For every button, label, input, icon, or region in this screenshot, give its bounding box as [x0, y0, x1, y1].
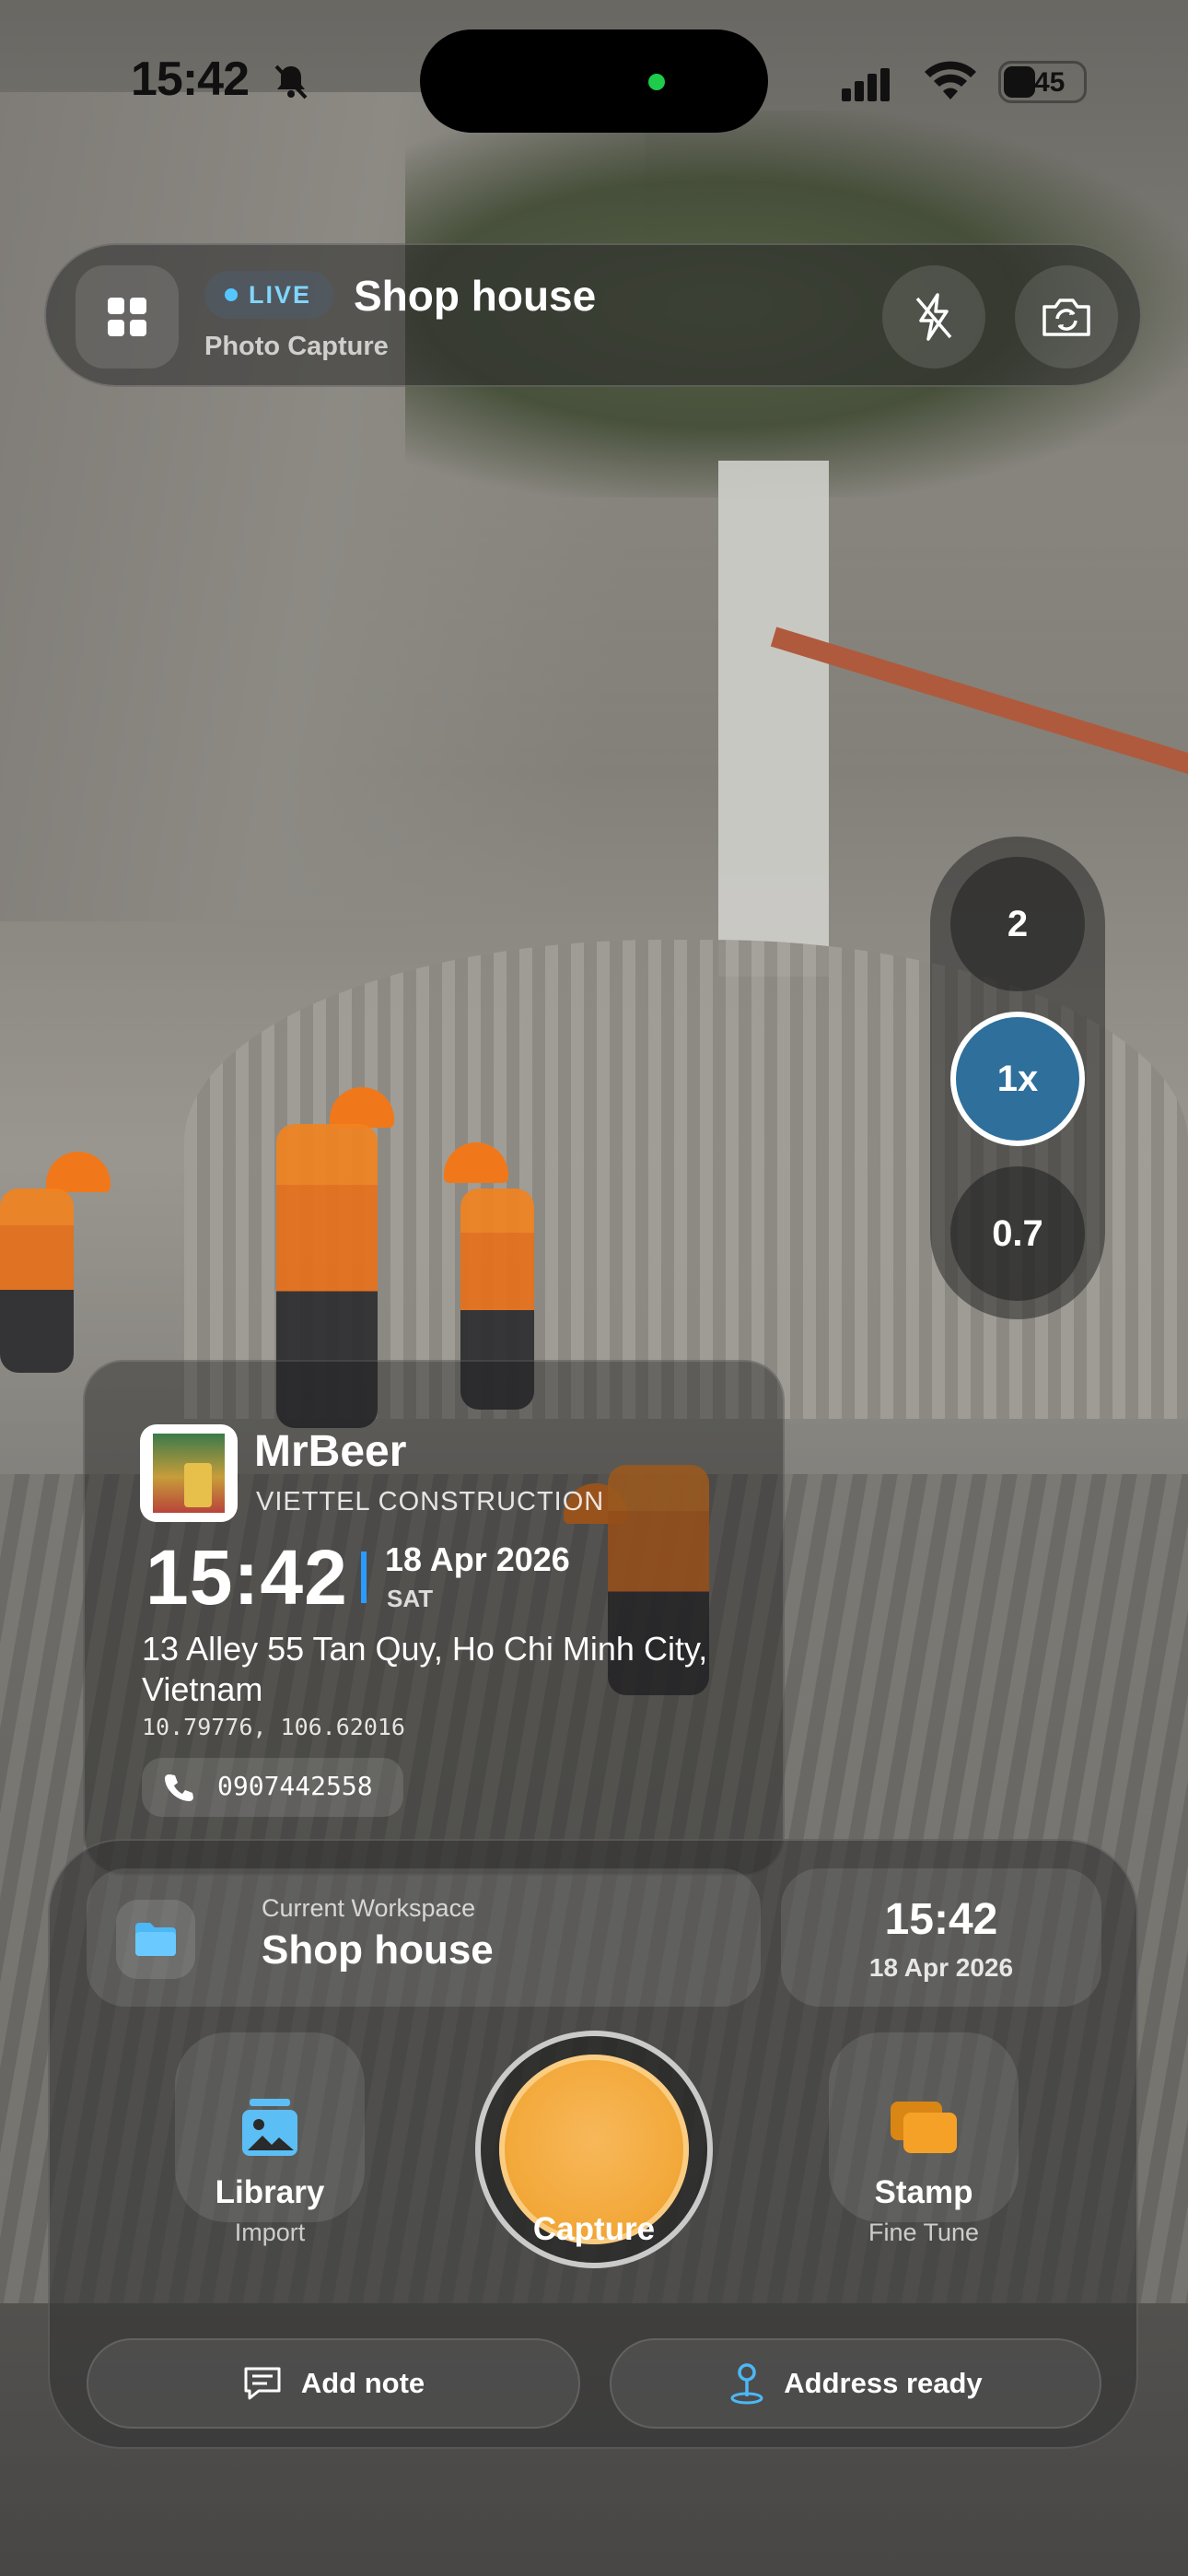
stamp-phone-number: 0907442558: [217, 1771, 373, 1801]
library-label: Library: [215, 2174, 325, 2210]
add-note-label: Add note: [300, 2367, 425, 2399]
switch-camera-button[interactable]: [1015, 265, 1118, 369]
note-icon: [244, 2367, 281, 2400]
stamp-company: VIETTEL CONSTRUCTION: [256, 1487, 605, 1516]
clock-time: 15:42: [884, 1895, 998, 1944]
viewfinder-pillar: [718, 461, 829, 977]
address-ready-button[interactable]: Address ready: [610, 2338, 1101, 2429]
stamp-day: SAT: [387, 1585, 434, 1612]
capture-label: Capture: [532, 2211, 656, 2247]
stamp-date: 18 Apr 2026: [385, 1540, 570, 1578]
stamp-sublabel: Fine Tune: [868, 2219, 980, 2246]
stamp-cards-icon: [891, 2102, 957, 2153]
folder-icon: [116, 1900, 195, 1979]
address-ready-label: Address ready: [784, 2367, 983, 2399]
workspace-name: Shop house: [262, 1927, 494, 1973]
location-pin-icon: [730, 2363, 763, 2405]
stamp-coordinates: 10.79776, 106.62016: [142, 1714, 405, 1740]
stamp-phone: 0907442558: [142, 1758, 403, 1817]
add-note-button[interactable]: Add note: [87, 2338, 580, 2429]
photo-library-icon: [242, 2099, 297, 2156]
workspace-selector[interactable]: Current Workspace Shop house: [87, 1868, 761, 2007]
live-badge: LIVE: [204, 271, 334, 319]
top-bar: LIVE Shop house Photo Capture: [44, 243, 1142, 387]
stamp-user-name: MrBeer: [254, 1427, 407, 1476]
zoom-0-7x-button[interactable]: 0.7: [950, 1166, 1085, 1301]
flash-toggle-button[interactable]: [882, 265, 985, 369]
battery-level: 45: [1034, 67, 1066, 98]
battery-icon: 45: [998, 61, 1087, 103]
stamp-time: 15:42: [146, 1534, 348, 1621]
stamp-label: Stamp: [874, 2174, 973, 2210]
camera-active-dot: [648, 74, 665, 90]
bell-muted-icon: [274, 64, 308, 100]
phone-icon: [165, 1774, 193, 1801]
capture-panel: Current Workspace Shop house 15:42 18 Ap…: [48, 1839, 1138, 2449]
photo-stamp-overlay[interactable]: MrBeer VIETTEL CONSTRUCTION 15:42 18 Apr…: [83, 1360, 785, 1876]
workspace-label: Current Workspace: [262, 1894, 476, 1922]
clock-card: 15:42 18 Apr 2026: [781, 1868, 1101, 2007]
status-time: 15:42: [131, 53, 250, 106]
library-sublabel: Import: [234, 2219, 306, 2246]
worker-helmet: [46, 1152, 111, 1192]
status-bar: 15:42 45: [0, 0, 1188, 157]
stamp-divider: [361, 1551, 367, 1603]
switch-camera-icon: [1042, 299, 1090, 336]
menu-grid-button[interactable]: [76, 265, 179, 369]
grid-icon: [108, 298, 146, 336]
zoom-selector: 2 1x 0.7: [930, 837, 1105, 1319]
company-logo: [140, 1424, 238, 1522]
flash-off-icon: [915, 293, 952, 341]
cellular-signal-icon: [842, 68, 890, 101]
zoom-2x-button[interactable]: 2: [950, 857, 1085, 991]
viewfinder-pipe: [770, 626, 1188, 787]
clock-date: 18 Apr 2026: [868, 1953, 1014, 1982]
dynamic-island: [420, 29, 768, 133]
wifi-icon: [925, 61, 976, 100]
stamp-address: 13 Alley 55 Tan Quy, Ho Chi Minh City, V…: [142, 1630, 708, 1708]
page-subtitle: Photo Capture: [204, 332, 389, 361]
zoom-1x-button[interactable]: 1x: [950, 1012, 1085, 1146]
worker: [0, 1188, 74, 1373]
page-title: Shop house: [354, 272, 597, 320]
